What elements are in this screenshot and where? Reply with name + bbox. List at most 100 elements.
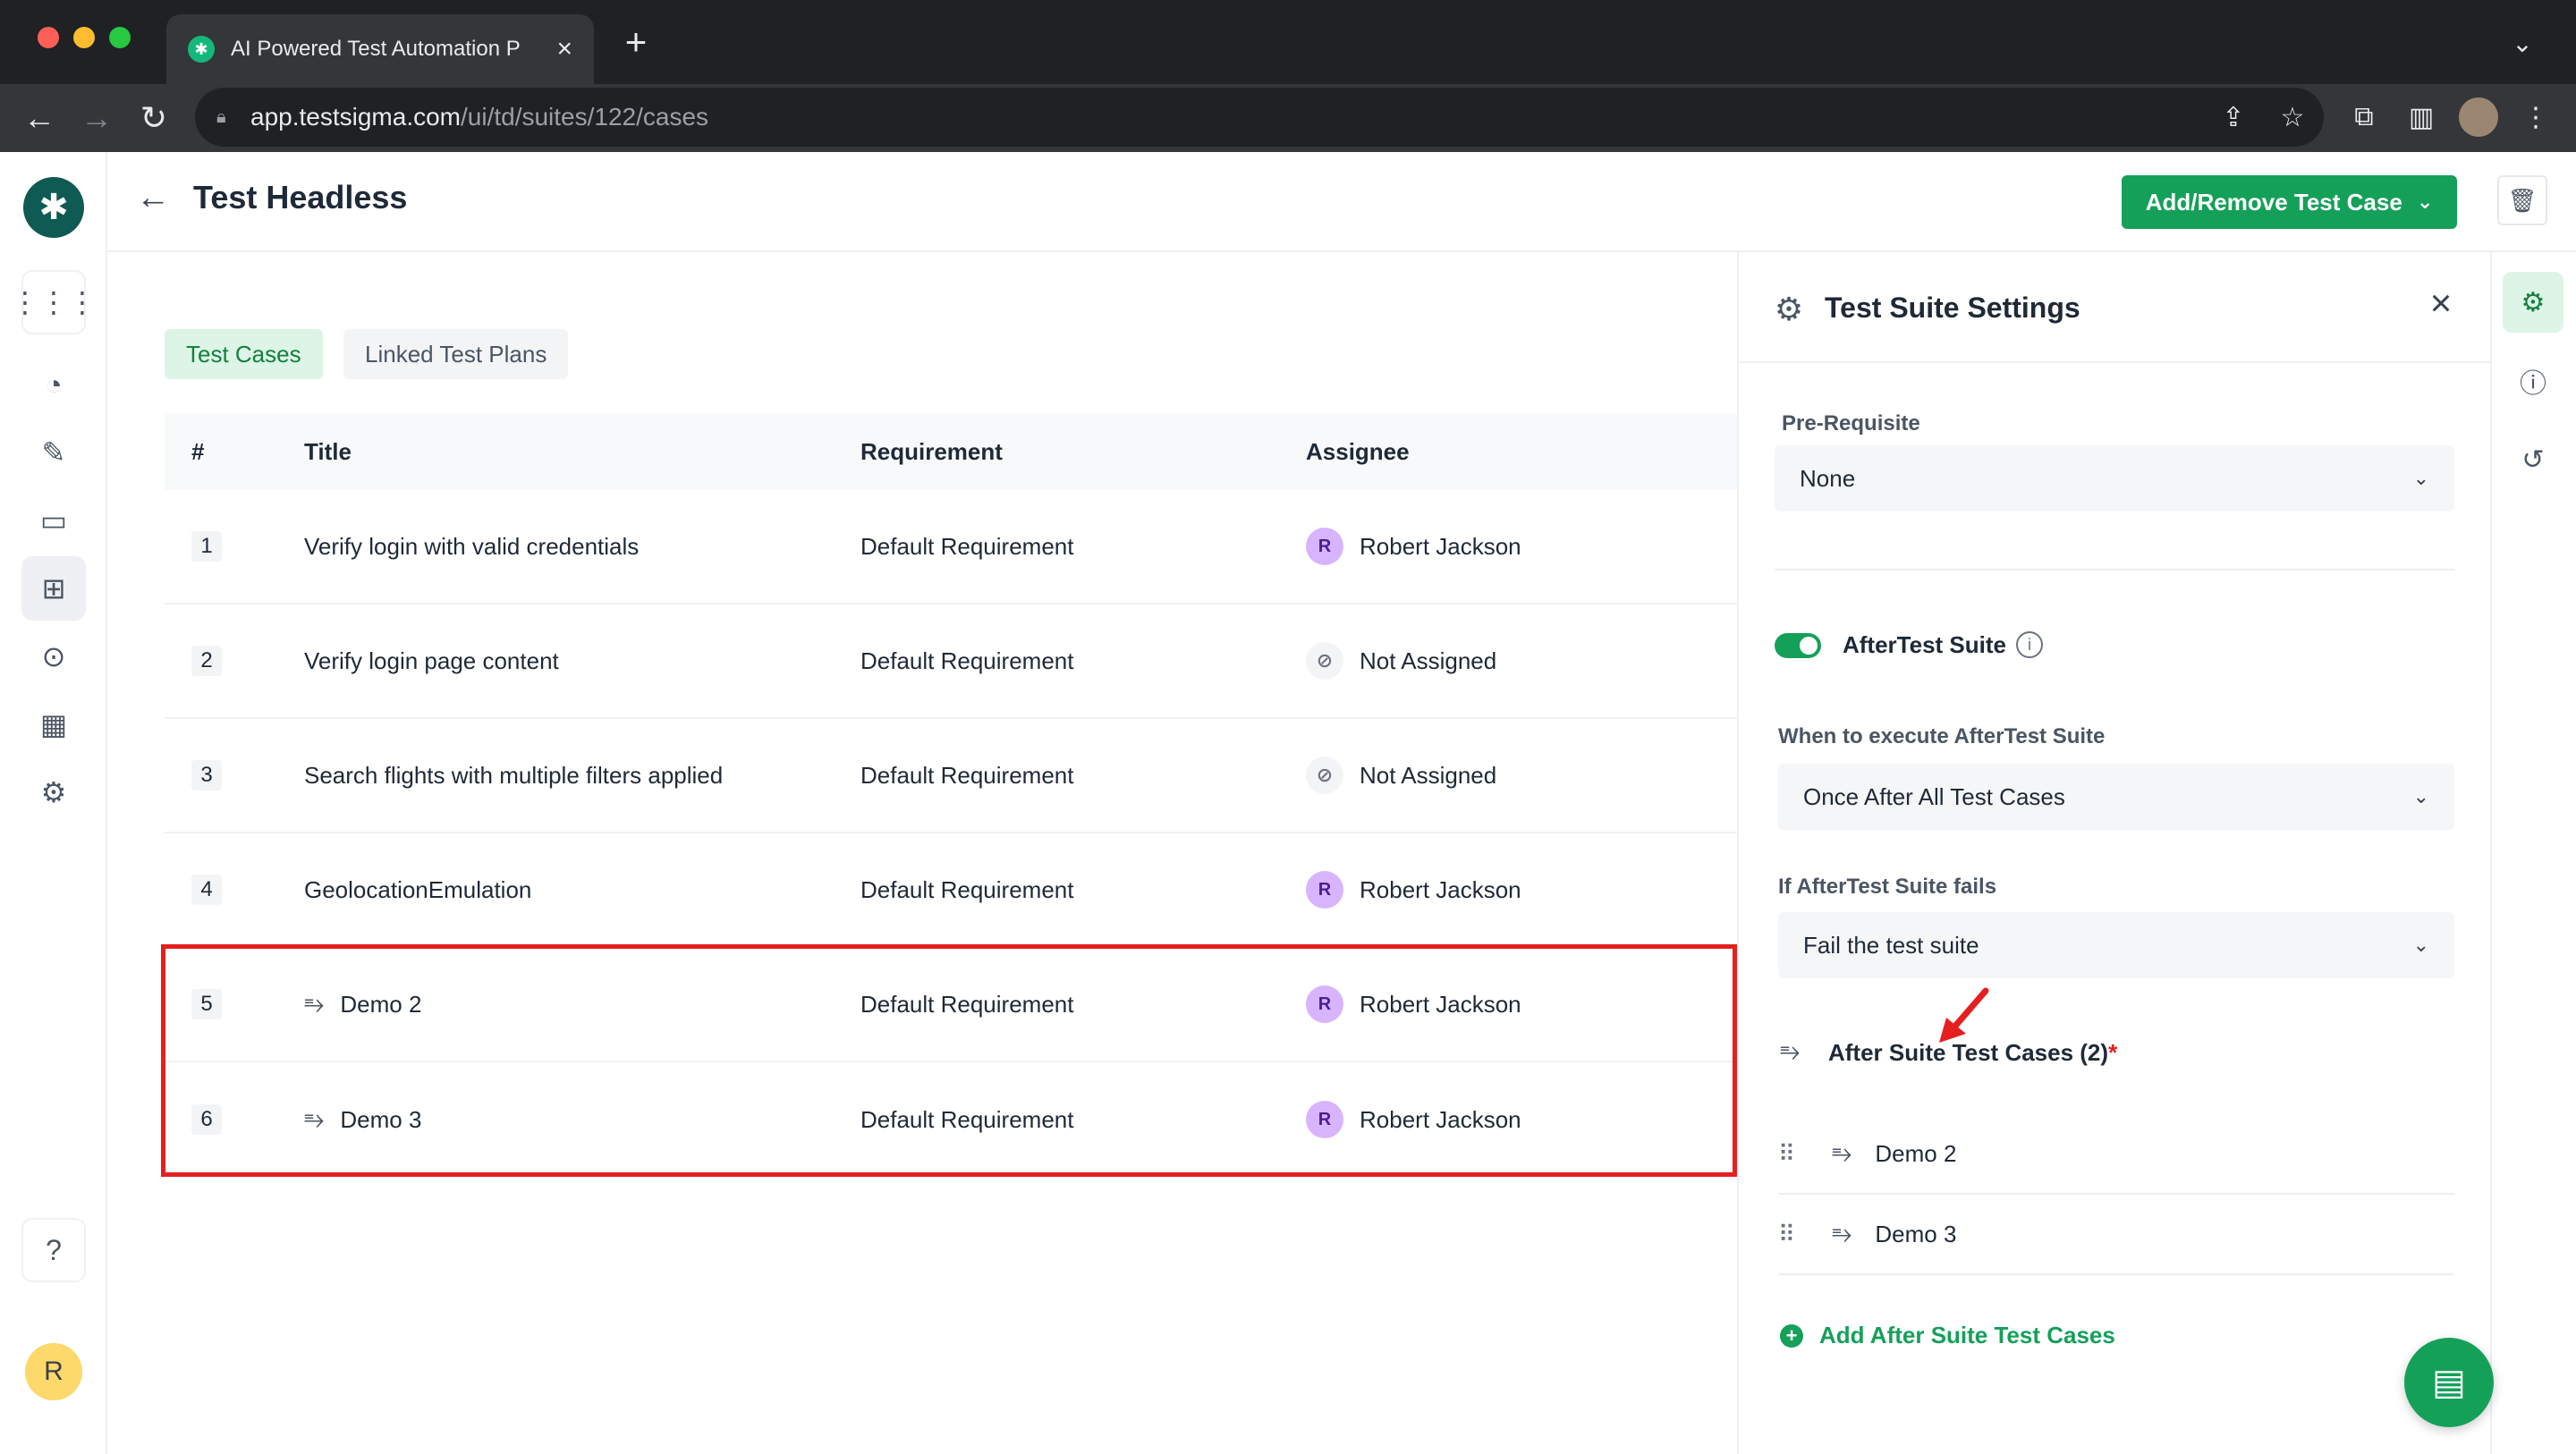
- assignee-avatar: R: [1306, 871, 1343, 909]
- forward-nav-icon[interactable]: →: [72, 93, 122, 143]
- row-number: 4: [165, 875, 304, 905]
- unassigned-icon: ⊘: [1306, 642, 1343, 680]
- prerequisite-label: Pre-Requisite: [1782, 411, 1920, 435]
- lock-icon: 🔒︎: [216, 107, 226, 127]
- help-question-icon[interactable]: ?: [21, 1218, 86, 1282]
- unassigned-icon: ⊘: [1306, 757, 1343, 794]
- when-to-execute-label: When to execute AfterTest Suite: [1778, 724, 2106, 748]
- row-requirement: Default Requirement: [860, 761, 1074, 789]
- test-case-list-icon: ⥱: [1780, 1037, 1801, 1065]
- reload-icon[interactable]: ↻: [129, 93, 179, 143]
- tab-test-cases[interactable]: Test Cases: [165, 329, 323, 379]
- settings-gear-icon[interactable]: ⚙: [21, 760, 86, 824]
- aftertest-suite-toggle[interactable]: [1775, 633, 1821, 658]
- test-suites-grid-icon[interactable]: ⊞: [21, 556, 86, 621]
- test-case-list-icon: ⥱: [1832, 1219, 1852, 1247]
- table-row[interactable]: 4 GeolocationEmulation Default Requirement…: [165, 833, 1737, 948]
- settings-gear-icon: ⚙: [1774, 291, 1804, 327]
- profile-avatar-icon[interactable]: [2454, 93, 2503, 141]
- side-panel-icon[interactable]: ▥: [2397, 93, 2445, 141]
- new-tab-icon[interactable]: +: [614, 20, 658, 64]
- back-arrow-icon[interactable]: ←: [131, 175, 175, 220]
- info-icon[interactable]: i: [2016, 631, 2043, 658]
- table-row[interactable]: 3 Search flights with multiple filters ap…: [165, 719, 1737, 833]
- row-assignee: R Robert Jackson: [1306, 528, 1737, 565]
- if-fails-select[interactable]: Fail the test suite ⌄: [1778, 912, 2454, 978]
- back-nav-icon[interactable]: ←: [14, 93, 64, 143]
- share-icon[interactable]: ⇪: [2209, 93, 2258, 141]
- row-assignee-text: Robert Jackson: [1360, 875, 1521, 903]
- drag-handle-icon[interactable]: ⠿: [1778, 1221, 1814, 1248]
- aftertest-suite-label: AfterTest Suite: [1843, 631, 2006, 658]
- address-bar[interactable]: 🔒︎ app.testsigma.com/ui/td/suites/122/ca…: [195, 88, 2324, 147]
- add-remove-test-case-button[interactable]: Add/Remove Test Case ⌄: [2122, 175, 2457, 229]
- window-minimize-button[interactable]: [73, 27, 95, 48]
- row-assignee: ⊘ Not Assigned: [1306, 757, 1737, 794]
- run-play-icon[interactable]: ⊙: [21, 624, 86, 689]
- browser-tab-title: AI Powered Test Automation P: [231, 37, 521, 61]
- chevron-down-icon: ⌄: [2412, 785, 2429, 807]
- history-icon[interactable]: ↺: [2503, 429, 2563, 490]
- plus-circle-icon: +: [1780, 1323, 1803, 1348]
- row-number-value: 3: [191, 760, 222, 790]
- row-assignee-text: Robert Jackson: [1360, 532, 1521, 560]
- after-suite-test-cases-heading: After Suite Test Cases (2)*: [1828, 1039, 2117, 1067]
- edit-pencil-icon[interactable]: ✎: [21, 420, 86, 485]
- row-assignee: R Robert Jackson: [1306, 871, 1737, 909]
- row-title[interactable]: Verify login with valid credentials: [304, 533, 860, 561]
- row-number-value: 1: [191, 531, 222, 562]
- column-header-number: #: [191, 437, 205, 465]
- folder-icon[interactable]: ▭: [21, 488, 86, 553]
- browser-tab[interactable]: ✱ AI Powered Test Automation P ×: [166, 14, 594, 84]
- chevron-down-icon: ⌄: [2416, 190, 2434, 213]
- drag-handle-icon[interactable]: ⠿: [1778, 1140, 1814, 1168]
- settings-gear-icon[interactable]: ⚙: [2503, 272, 2563, 333]
- tab-linked-test-plans[interactable]: Linked Test Plans: [343, 329, 569, 379]
- prerequisite-select[interactable]: None ⌄: [1775, 445, 2454, 511]
- chat-icon[interactable]: ▤: [2404, 1338, 2494, 1427]
- reports-chart-icon[interactable]: ▦: [21, 692, 86, 757]
- after-suite-case-label: Demo 3: [1875, 1220, 1957, 1247]
- add-remove-label: Add/Remove Test Case: [2145, 188, 2402, 216]
- row-title-text: Verify login page content: [304, 647, 559, 674]
- url-text: app.testsigma.com/ui/td/suites/122/cases: [250, 103, 709, 131]
- close-tab-icon[interactable]: ×: [556, 34, 572, 64]
- add-after-suite-test-cases-button[interactable]: + Add After Suite Test Cases: [1780, 1322, 2115, 1349]
- prerequisite-value: None: [1800, 464, 1856, 492]
- after-suite-case-label: Demo 2: [1875, 1139, 1957, 1167]
- table-row[interactable]: 1 Verify login with valid credentials Defa…: [165, 490, 1737, 604]
- table-row[interactable]: 2 Verify login page content Default Requir…: [165, 604, 1737, 719]
- row-title[interactable]: Search flights with multiple filters app…: [304, 762, 860, 790]
- when-to-execute-value: Once After All Test Cases: [1803, 782, 2065, 810]
- chevron-down-icon: ⌄: [2412, 934, 2429, 956]
- row-number-value: 2: [191, 646, 222, 676]
- row-requirement: Default Requirement: [860, 647, 1074, 674]
- row-number-value: 4: [191, 875, 222, 905]
- list-item[interactable]: ⠿ ⥱ Demo 3: [1778, 1195, 2454, 1275]
- bookmark-star-icon[interactable]: ☆: [2268, 93, 2317, 141]
- close-icon[interactable]: ×: [2419, 281, 2463, 325]
- when-to-execute-select[interactable]: Once After All Test Cases ⌄: [1778, 764, 2454, 830]
- test-case-list-icon: ⥱: [1832, 1138, 1852, 1167]
- row-title[interactable]: Verify login page content: [304, 647, 860, 675]
- window-close-button[interactable]: [38, 27, 59, 48]
- dashboard-gauge-icon[interactable]: ◔: [21, 352, 86, 417]
- window-maximize-button[interactable]: [109, 27, 131, 48]
- after-suite-test-cases-label: After Suite Test Cases (2): [1828, 1039, 2109, 1066]
- row-title[interactable]: GeolocationEmulation: [304, 876, 860, 904]
- row-assignee-text: Not Assigned: [1360, 647, 1497, 674]
- chevron-down-icon[interactable]: ⌄: [2504, 25, 2540, 61]
- trash-icon[interactable]: 🗑︎: [2497, 175, 2547, 225]
- required-mark: *: [2108, 1039, 2118, 1066]
- apps-grid-icon[interactable]: ⋮⋮⋮: [11, 270, 97, 334]
- page-title: Test Headless: [193, 179, 408, 216]
- testsigma-logo-icon[interactable]: ✱: [23, 177, 84, 238]
- row-number: 3: [165, 760, 304, 790]
- browser-menu-icon[interactable]: ⋮: [2512, 93, 2560, 141]
- list-item[interactable]: ⠿ ⥱ Demo 2: [1778, 1114, 2454, 1195]
- user-avatar[interactable]: R: [25, 1343, 82, 1400]
- row-title-text: Search flights with multiple filters app…: [304, 761, 724, 789]
- info-icon[interactable]: ⓘ: [2503, 351, 2563, 411]
- after-suite-test-cases-list: ⠿ ⥱ Demo 2 ⠿ ⥱ Demo 3: [1778, 1114, 2454, 1275]
- extensions-icon[interactable]: ⧉: [2340, 93, 2388, 141]
